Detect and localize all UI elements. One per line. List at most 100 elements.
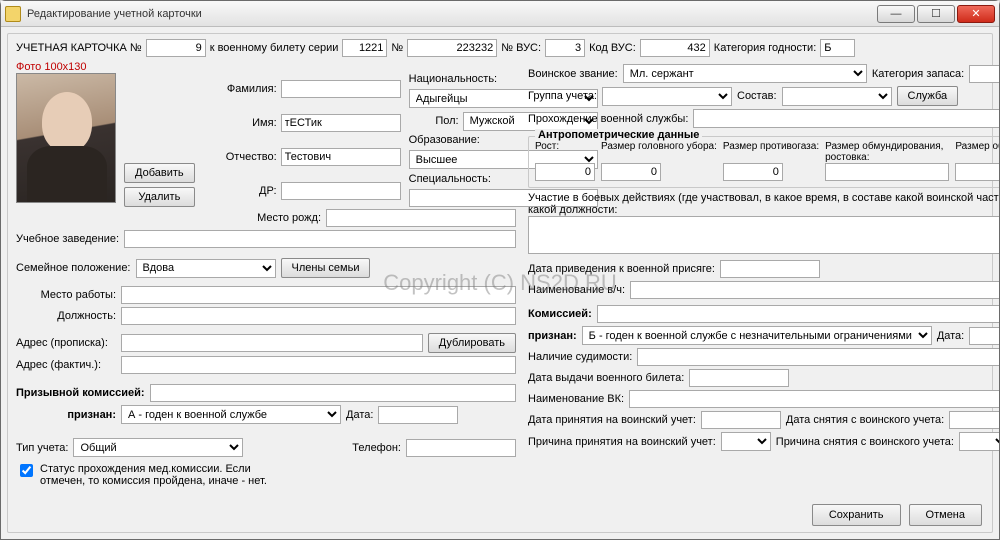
vk-name-label: Наименование ВК: <box>528 393 624 405</box>
patronymic-input[interactable] <box>281 148 401 166</box>
addr-fact-label: Адрес (фактич.): <box>16 359 116 371</box>
close-button[interactable]: ✕ <box>957 5 995 23</box>
draft-date-label: Дата: <box>346 409 373 421</box>
head-input[interactable] <box>601 163 661 181</box>
vus-no-input[interactable] <box>545 39 585 57</box>
comm-date-input[interactable] <box>969 327 999 345</box>
delist-date-label: Дата снятия с воинского учета: <box>786 414 944 426</box>
head-label: Размер головного убора: <box>601 141 717 163</box>
work-input[interactable] <box>121 286 516 304</box>
photo <box>16 73 116 203</box>
fit-cat-label: Категория годности: <box>714 42 816 54</box>
phone-input[interactable] <box>406 439 516 457</box>
vk-name-input[interactable] <box>629 390 999 408</box>
oath-date-label: Дата приведения к военной присяге: <box>528 263 715 275</box>
shoes-input[interactable] <box>955 163 999 181</box>
surname-label: Фамилия: <box>207 83 277 95</box>
save-button[interactable]: Сохранить <box>812 504 901 526</box>
window-title: Редактирование учетной карточки <box>27 8 877 20</box>
mask-input[interactable] <box>723 163 783 181</box>
vus-no-label: № ВУС: <box>501 42 541 54</box>
draft-verdict-select[interactable]: А - годен к военной службе <box>121 405 341 424</box>
window: Редактирование учетной карточки — ☐ ✕ УЧ… <box>0 0 1000 540</box>
med-status-checkbox[interactable] <box>20 464 33 477</box>
draft-date-input[interactable] <box>378 406 458 424</box>
ticket-date-label: Дата выдачи военного билета: <box>528 372 684 384</box>
app-icon <box>5 6 21 22</box>
dob-input[interactable] <box>281 182 401 200</box>
unit-name-label: Наименование в/ч: <box>528 284 625 296</box>
delist-reason-label: Причина снятия с воинского учета: <box>776 436 954 448</box>
delist-date-input[interactable] <box>949 411 999 429</box>
combat-textarea[interactable] <box>528 216 999 254</box>
position-input[interactable] <box>121 307 516 325</box>
card-no-label: УЧЕТНАЯ КАРТОЧКА № <box>16 42 142 54</box>
acct-type-select[interactable]: Общий <box>73 438 243 457</box>
marital-select[interactable]: Вдова <box>136 259 276 278</box>
comm-date-label: Дата: <box>937 330 964 342</box>
ticket-series-input[interactable] <box>342 39 387 57</box>
enlist-reason-label: Причина принятия на воинский учет: <box>528 436 716 448</box>
compos-select[interactable] <box>782 87 892 106</box>
duplicate-button[interactable]: Дублировать <box>428 333 516 353</box>
criminal-label: Наличие судимости: <box>528 351 632 363</box>
marital-label: Семейное положение: <box>16 262 131 274</box>
comm-verdict-label: признан: <box>528 330 577 342</box>
draft-commission-label: Призывной комиссией: <box>16 387 145 399</box>
draft-commission-input[interactable] <box>150 384 516 402</box>
reserve-cat-label: Категория запаса: <box>872 68 964 80</box>
ticket-series-label: к военному билету серии <box>210 42 339 54</box>
enlist-date-input[interactable] <box>701 411 781 429</box>
group-select[interactable] <box>602 87 732 106</box>
cancel-button[interactable]: Отмена <box>909 504 982 526</box>
group-label: Группа учета: <box>528 90 597 102</box>
titlebar: Редактирование учетной карточки — ☐ ✕ <box>1 1 999 27</box>
service-pass-select[interactable] <box>693 109 999 128</box>
height-label: Рост: <box>535 141 595 163</box>
name-input[interactable] <box>281 114 401 132</box>
ticket-no-input[interactable] <box>407 39 497 57</box>
family-button[interactable]: Члены семьи <box>281 258 371 278</box>
header-row: УЧЕТНАЯ КАРТОЧКА № к военному билету сер… <box>16 39 984 57</box>
service-button[interactable]: Служба <box>897 86 959 106</box>
photo-add-button[interactable]: Добавить <box>124 163 195 183</box>
rank-label: Воинское звание: <box>528 68 618 80</box>
school-input[interactable] <box>124 230 516 248</box>
ticket-no-label: № <box>391 42 403 54</box>
combat-label: Участие в боевых действиях (где участвов… <box>528 192 999 216</box>
addr-reg-input[interactable] <box>121 334 423 352</box>
criminal-input[interactable] <box>637 348 999 366</box>
photo-del-button[interactable]: Удалить <box>124 187 195 207</box>
commission-input[interactable] <box>597 305 999 323</box>
vus-code-input[interactable] <box>640 39 710 57</box>
card-no-input[interactable] <box>146 39 206 57</box>
patronymic-label: Отчество: <box>207 151 277 163</box>
rank-select[interactable]: Мл. сержант <box>623 64 867 83</box>
reserve-cat-input[interactable] <box>969 65 999 83</box>
fit-cat-input[interactable] <box>820 39 855 57</box>
anthro-legend: Антропометрические данные <box>535 129 702 141</box>
main-panel: УЧЕТНАЯ КАРТОЧКА № к военному билету сер… <box>7 33 993 533</box>
height-input[interactable] <box>535 163 595 181</box>
draft-verdict-label: признан: <box>16 409 116 421</box>
enlist-reason-select[interactable] <box>721 432 771 451</box>
oath-date-input[interactable] <box>720 260 820 278</box>
compos-label: Состав: <box>737 90 777 102</box>
surname-input[interactable] <box>281 80 401 98</box>
service-pass-label: Прохождение военной службы: <box>528 113 688 125</box>
shoes-label: Размер обуви: <box>955 141 999 163</box>
unit-name-input[interactable] <box>630 281 999 299</box>
enlist-date-label: Дата принятия на воинский учет: <box>528 414 696 426</box>
mask-label: Размер противогаза: <box>723 141 819 163</box>
birthplace-input[interactable] <box>326 209 516 227</box>
ticket-date-input[interactable] <box>689 369 789 387</box>
uniform-input[interactable] <box>825 163 949 181</box>
position-label: Должность: <box>16 310 116 322</box>
work-label: Место работы: <box>16 289 116 301</box>
comm-verdict-select[interactable]: Б - годен к военной службе с незначитель… <box>582 326 932 345</box>
addr-fact-input[interactable] <box>121 356 516 374</box>
maximize-button[interactable]: ☐ <box>917 5 955 23</box>
minimize-button[interactable]: — <box>877 5 915 23</box>
delist-reason-select[interactable] <box>959 432 999 451</box>
name-label: Имя: <box>207 117 277 129</box>
